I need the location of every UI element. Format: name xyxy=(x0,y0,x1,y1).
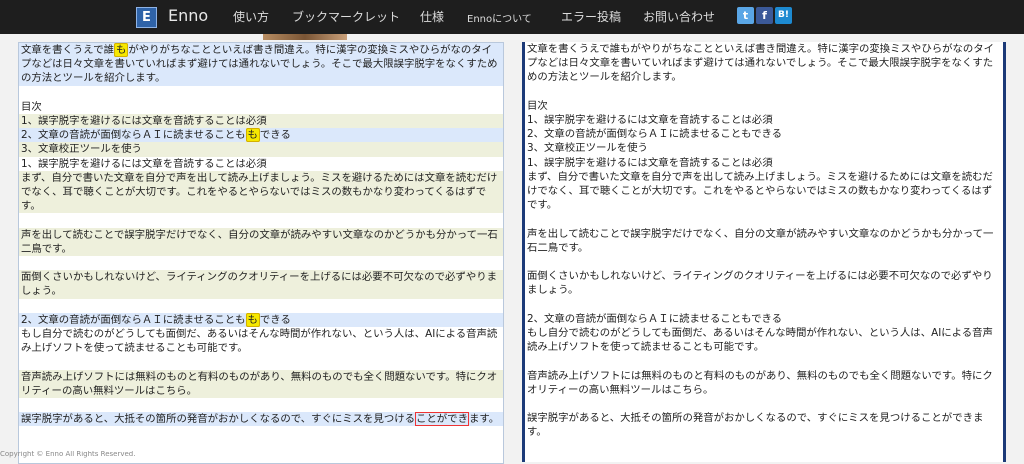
paragraph-1: まず、自分で書いた文章を自分で声を出して読み上げましょう。ミスを避けるためには文… xyxy=(19,170,503,214)
toc-item-3: 3、文章校正ツールを使う xyxy=(19,142,503,157)
paragraph-5: 音声読み上げソフトには無料のものと有料のものがあり、無料のものでも全く問題ないで… xyxy=(525,368,1003,397)
paragraph-3: 面倒くさいかもしれないけど、ライティングのクオリティーを上げるには必要不可欠なの… xyxy=(525,269,1003,298)
toc-item-3: 3、文章校正ツールを使う xyxy=(525,141,1003,156)
toc-item-1: 1、誤字脱字を避けるには文章を音読することは必須 xyxy=(525,113,1003,128)
section-1-heading: 1、誤字脱字を避けるには文章を音読することは必須 xyxy=(19,156,503,171)
paragraph-4: もし自分で読むのがどうしても面倒だ、あるいはそんな時間が作れない、という人は、A… xyxy=(19,327,503,356)
flagged-phrase[interactable]: ことができ xyxy=(415,412,469,427)
nav-error-report[interactable]: エラー投稿 xyxy=(561,8,621,25)
paragraph-5: 音声読み上げソフトには無料のものと有料のものがあり、無料のものでも全く問題ないで… xyxy=(19,369,503,398)
site-title[interactable]: Enno xyxy=(168,6,208,25)
paragraph-6: 誤字脱字があると、大抵その箇所の発音がおかしくなるので、すぐにミスを見つけること… xyxy=(525,411,1003,440)
flagged-char[interactable]: も xyxy=(245,128,260,143)
paragraph-6: 誤字脱字があると、大抵その箇所の発音がおかしくなるので、すぐにミスを見つけること… xyxy=(19,412,503,427)
input-text-area[interactable]: 文章を書くうえで誰もがやりがちなことといえば書き間違え。特に漢字の変換ミスやひら… xyxy=(522,42,1006,462)
toc-heading: 目次 xyxy=(19,99,503,114)
nav-spec[interactable]: 仕様 xyxy=(420,8,444,25)
hatena-bookmark-icon[interactable]: B! xyxy=(775,7,792,24)
header-image xyxy=(263,34,347,40)
nav-bookmarklet[interactable]: ブックマークレット xyxy=(292,8,400,25)
toc-item-1: 1、誤字脱字を避けるには文章を音読することは必須 xyxy=(19,114,503,129)
section-2-heading: 2、文章の音読が面倒ならＡＩに読ませることももできる xyxy=(19,312,503,327)
twitter-share-icon[interactable]: t xyxy=(737,7,754,24)
paragraph-4: もし自分で読むのがどうしても面倒だ、あるいはそんな時間が作れない、という人は、A… xyxy=(525,326,1003,355)
paragraph-3: 面倒くさいかもしれないけど、ライティングのクオリティーを上げるには必要不可欠なの… xyxy=(19,270,503,299)
section-1-heading: 1、誤字脱字を避けるには文章を音読することは必須 xyxy=(525,155,1003,170)
nav-usage[interactable]: 使い方 xyxy=(233,8,269,25)
nav-about[interactable]: Ennoについて xyxy=(467,10,532,25)
toc-item-2: 2、文章の音読が面倒ならＡＩに読ませることもできる xyxy=(525,127,1003,142)
check-result-panel: 文章を書くうえで誰もがやりがちなことといえば書き間違え。特に漢字の変換ミスやひら… xyxy=(18,42,504,464)
paragraph-2: 声を出して読むことで誤字脱字だけでなく、自分の文章が読みやすい文章なのかどうかも… xyxy=(19,227,503,257)
toc-heading: 目次 xyxy=(525,98,1003,113)
flagged-char[interactable]: も xyxy=(114,43,129,57)
enno-logo-icon[interactable]: E xyxy=(136,7,157,28)
paragraph-2: 声を出して読むことで誤字脱字だけでなく、自分の文章が読みやすい文章なのかどうかも… xyxy=(525,226,1003,256)
facebook-share-icon[interactable]: f xyxy=(756,7,773,24)
toc-item-2: 2、文章の音読が面倒ならＡＩに読ませることももできる xyxy=(19,128,503,143)
copyright: Copyright © Enno All Rights Reserved. xyxy=(0,451,136,458)
intro-paragraph: 文章を書くうえで誰もがやりがちなことといえば書き間違え。特に漢字の変換ミスやひら… xyxy=(19,43,503,86)
section-2-heading: 2、文章の音読が面倒ならＡＩに読ませることもできる xyxy=(525,311,1003,326)
flagged-char[interactable]: も xyxy=(245,312,260,327)
top-navbar: E Enno 使い方 ブックマークレット 仕様 Ennoについて エラー投稿 お… xyxy=(0,0,1024,34)
paragraph-1: まず、自分で書いた文章を自分で声を出して読み上げましょう。ミスを避けるためには文… xyxy=(525,169,1003,213)
nav-contact[interactable]: お問い合わせ xyxy=(643,8,715,25)
intro-paragraph: 文章を書くうえで誰もがやりがちなことといえば書き間違え。特に漢字の変換ミスやひら… xyxy=(525,42,1003,85)
